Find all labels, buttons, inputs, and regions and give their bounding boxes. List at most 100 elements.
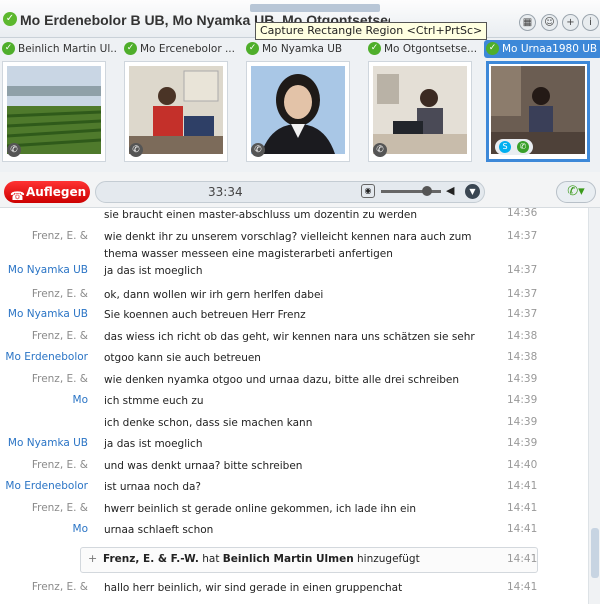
volume-slider[interactable]: [381, 190, 441, 193]
participant-frame: ✆: [368, 61, 472, 162]
speaker-icon[interactable]: ◀: [446, 184, 454, 197]
phone-icon: ✆: [251, 143, 265, 157]
contacts-icon[interactable]: ☺: [541, 14, 558, 31]
participant-card-active[interactable]: Mo Urnaa1980 UB ✓ S ✆: [484, 38, 600, 172]
chat-message: Mo ich stmme euch zu 14:39: [0, 394, 588, 412]
participant-name: Beinlich Martin Ul...: [18, 43, 118, 55]
message-time: 14:41: [507, 502, 538, 514]
participant-frame: ✆: [2, 61, 106, 162]
message-time: 14:37: [507, 230, 538, 242]
chat-history: sie braucht einen master-abschluss um do…: [0, 208, 588, 604]
message-time: 14:36: [507, 208, 538, 219]
message-text: hwerr beinlich st gerade online gekommen…: [104, 503, 417, 515]
message-text: ja das ist moeglich: [104, 265, 203, 277]
message-time: 14:41: [507, 581, 538, 593]
skype-icon: S: [499, 141, 511, 153]
call-controls: ☎ Auflegen 33:34 ◉ ◀ ▼ ✆▾: [0, 172, 600, 208]
message-text: wie denken nyamka otgoo und urnaa dazu, …: [104, 374, 460, 386]
participant-card[interactable]: Mo Nyamka UB ✓ ✆: [244, 38, 362, 172]
message-time: 14:39: [507, 437, 538, 449]
participant-photo: [129, 66, 223, 154]
participants-strip: Beinlich Martin Ul... ✓ ✆ Mo Ercenebolor…: [0, 38, 600, 172]
participant-card[interactable]: Mo Ercenebolor ... ✓ ✆: [122, 38, 240, 172]
chat-message: ich denke schon, dass sie machen kann 14…: [0, 416, 588, 434]
message-text: hallo herr beinlich, wir sind gerade in …: [104, 582, 403, 594]
online-check-icon: ✓: [246, 42, 259, 55]
dialpad-icon[interactable]: ▦: [519, 14, 536, 31]
chat-message: Frenz, E. & hwerr beinlich st gerade onl…: [0, 502, 588, 520]
message-time: 14:40: [507, 459, 538, 471]
hangup-phone-icon: ☎: [10, 189, 25, 203]
message-sender: Frenz, E. &: [31, 502, 88, 514]
chat-message: Frenz, E. & wie denkt ihr zu unserem vor…: [0, 229, 588, 263]
chat-message: Mo Nyamka UB ja das ist moeglich 14:39: [0, 437, 588, 455]
message-sender: Frenz, E. &: [31, 581, 88, 593]
message-sender: Frenz, E. &: [31, 373, 88, 385]
system-message: + Frenz, E. & F.-W. hat Beinlich Martin …: [80, 547, 538, 573]
message-sender: Mo Erdenebolor: [5, 351, 88, 363]
message-sender: Frenz, E. &: [31, 288, 88, 300]
phone-icon: ✆: [129, 143, 143, 157]
chat-message: Mo Nyamka UB Sie koennen auch betreuen H…: [0, 308, 588, 326]
message-time: 14:39: [507, 373, 538, 385]
tooltip: Capture Rectangle Region <Ctrl+PrtSc>: [255, 22, 488, 40]
participant-card[interactable]: Mo Otgontsetse... ✓ ✆: [366, 38, 484, 172]
phone-icon: ✆: [373, 143, 387, 157]
system-message-time: 14:41: [507, 553, 538, 565]
add-person-icon[interactable]: +: [562, 14, 579, 31]
message-time: 14:37: [507, 288, 538, 300]
skype-call-badge[interactable]: S ✆: [495, 139, 533, 155]
message-sender: Frenz, E. &: [31, 459, 88, 471]
online-check-icon: ✓: [368, 42, 381, 55]
message-time: 14:38: [507, 351, 538, 363]
hangup-label: Auflegen: [26, 185, 87, 199]
system-message-text: Frenz, E. & F.-W. hat Beinlich Martin Ul…: [103, 553, 420, 565]
chat-message: sie braucht einen master-abschluss um do…: [0, 208, 588, 226]
message-sender: Mo: [72, 523, 88, 535]
online-check-icon: ✓: [2, 42, 15, 55]
message-text: urnaa schlaeft schon: [104, 524, 214, 536]
info-icon[interactable]: i: [582, 14, 599, 31]
participant-photo: [7, 66, 101, 154]
volume-knob[interactable]: [422, 186, 432, 196]
drag-handle[interactable]: [250, 4, 380, 12]
message-sender: Frenz, E. &: [31, 230, 88, 242]
online-check-icon: ✓: [124, 42, 137, 55]
phone-icon: ✆: [7, 143, 21, 157]
participant-name: Mo Otgontsetse...: [384, 43, 478, 55]
message-text: otgoo kann sie auch betreuen: [104, 352, 261, 364]
call-icon: ✆: [517, 141, 529, 153]
message-time: 14:37: [507, 308, 538, 320]
message-time: 14:37: [507, 264, 538, 276]
participant-frame: S ✆: [486, 61, 590, 162]
message-sender: Mo Nyamka UB: [7, 308, 88, 320]
scrollbar-thumb[interactable]: [591, 528, 599, 578]
chat-message: Frenz, E. & das wiess ich richt ob das g…: [0, 330, 588, 348]
message-time: 14:41: [507, 523, 538, 535]
screen-share-icon[interactable]: ◉: [361, 184, 375, 198]
message-text: ich stmme euch zu: [104, 395, 204, 407]
message-text: ich denke schon, dass sie machen kann: [104, 417, 313, 429]
chat-message: Frenz, E. & wie denken nyamka otgoo und …: [0, 373, 588, 391]
hangup-button[interactable]: ☎ Auflegen: [4, 181, 90, 203]
message-sender: Mo: [72, 394, 88, 406]
message-sender: Mo Nyamka UB: [7, 264, 88, 276]
message-time: 14:38: [507, 330, 538, 342]
message-text: und was denkt urnaa? bitte schreiben: [104, 460, 303, 472]
message-text: sie braucht einen master-abschluss um do…: [104, 209, 418, 221]
add-contact-icon: +: [88, 552, 98, 565]
message-text: ist urnaa noch da?: [104, 481, 202, 493]
chat-message: Mo Erdenebolor ist urnaa noch da? 14:41: [0, 480, 588, 498]
message-text: Sie koennen auch betreuen Herr Frenz: [104, 309, 306, 321]
message-text: das wiess ich richt ob das geht, wir ken…: [104, 331, 475, 343]
chevron-down-icon[interactable]: ▼: [465, 184, 480, 199]
message-text: ok, dann wollen wir irh gern herlfen dab…: [104, 289, 324, 301]
participant-frame: ✆: [124, 61, 228, 162]
participant-card[interactable]: Beinlich Martin Ul... ✓ ✆: [0, 38, 118, 172]
message-sender: Mo Erdenebolor: [5, 480, 88, 492]
call-menu-button[interactable]: ✆▾: [556, 181, 596, 203]
participant-name: Mo Urnaa1980 UB: [484, 40, 600, 58]
call-status-bar: 33:34 ◉ ◀ ▼: [95, 181, 485, 203]
chat-scrollbar[interactable]: [588, 208, 600, 604]
message-text: wie denkt ihr zu unserem vorschlag? viel…: [104, 231, 472, 260]
